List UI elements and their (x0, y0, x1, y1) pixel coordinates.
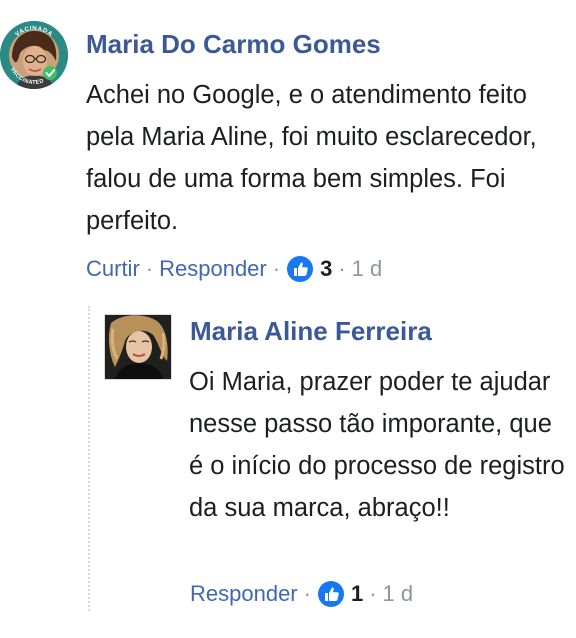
separator: · (338, 256, 346, 281)
comment-thread: VACINADA VACCINATED Maria Do Carmo Gomes… (0, 0, 576, 638)
thread-connector (88, 306, 90, 611)
comment-actions: Curtir · Responder · 3 · 1 d (86, 255, 382, 283)
check-icon (43, 66, 57, 80)
comment-author[interactable]: Maria Do Carmo Gomes (86, 28, 381, 60)
reply-text: Oi Maria, prazer poder te ajudar nesse p… (189, 368, 565, 522)
reply-timestamp[interactable]: 1 d (383, 580, 414, 608)
reply-avatar[interactable] (104, 314, 172, 380)
avatar[interactable]: VACINADA VACCINATED (0, 21, 68, 89)
separator: · (145, 256, 154, 281)
separator: · (303, 581, 311, 606)
like-count[interactable]: 1 (351, 580, 363, 608)
comment-text: Achei no Google, e o atendimento feito p… (86, 81, 537, 235)
like-button[interactable]: Curtir (86, 255, 140, 283)
avatar-vaccinated-frame: VACINADA VACCINATED (0, 21, 68, 89)
reply-author[interactable]: Maria Aline Ferreira (190, 315, 432, 347)
separator: · (272, 256, 281, 281)
avatar-photo (105, 315, 171, 379)
reply-button[interactable]: Responder (190, 580, 298, 608)
comment-timestamp[interactable]: 1 d (352, 255, 383, 283)
thumbs-up-icon[interactable] (317, 580, 345, 608)
reply-button[interactable]: Responder (159, 255, 267, 283)
separator: · (369, 581, 377, 606)
like-count[interactable]: 3 (320, 255, 332, 283)
thumbs-up-icon[interactable] (286, 255, 314, 283)
reply-actions: Responder · 1 · 1 d (190, 580, 413, 608)
